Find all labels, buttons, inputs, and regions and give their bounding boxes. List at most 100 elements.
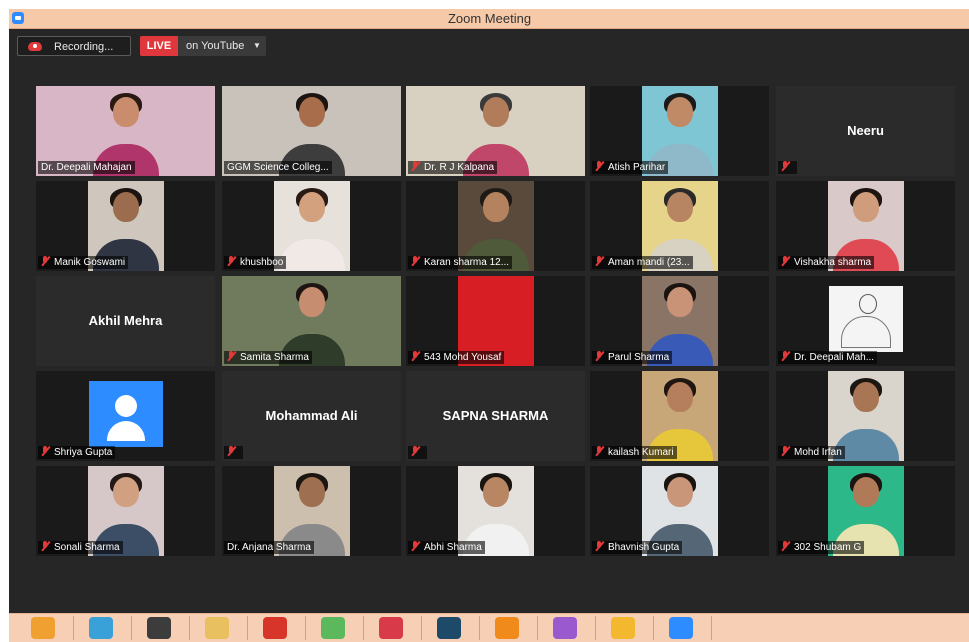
participant-tile[interactable]: 543 Mohd Yousaf: [406, 276, 585, 366]
participant-name: Shriya Gupta: [54, 447, 113, 458]
participant-nameplate: Dr. R J Kalpana: [408, 161, 498, 174]
participant-nameplate: Dr. Deepali Mahajan: [38, 161, 135, 174]
taskbar-separator: [73, 616, 74, 640]
mic-muted-icon: [781, 161, 790, 171]
participant-tile[interactable]: Mohd Irfan: [776, 371, 955, 461]
participant-tile[interactable]: Samita Sharma: [222, 276, 401, 366]
chrome-icon[interactable]: [611, 617, 635, 639]
file-explorer-icon[interactable]: [205, 617, 229, 639]
participant-tile[interactable]: Vishakha sharma: [776, 181, 955, 271]
taskbar-separator: [421, 616, 422, 640]
participant-name: Dr. Anjana Sharma: [227, 542, 311, 553]
participant-tile[interactable]: Abhi Sharma: [406, 466, 585, 556]
participant-nameplate: Manik Goswami: [38, 256, 129, 269]
mic-muted-icon: [595, 446, 604, 456]
mic-muted-icon: [595, 256, 604, 266]
pdf-reader-icon[interactable]: [263, 617, 287, 639]
participant-tile[interactable]: Dr. R J Kalpana: [406, 86, 585, 176]
participant-name: khushboo: [240, 257, 284, 268]
mic-muted-icon: [41, 256, 50, 266]
mic-muted-icon: [781, 541, 790, 551]
mic-muted-icon: [227, 446, 236, 456]
mic-muted-icon: [781, 351, 790, 361]
participant-name: Abhi Sharma: [424, 542, 482, 553]
participant-display-name: SAPNA SHARMA: [442, 408, 549, 423]
taskbar-separator: [537, 616, 538, 640]
participant-tile[interactable]: Akhil Mehra: [36, 276, 215, 366]
participant-tile[interactable]: Shriya Gupta: [36, 371, 215, 461]
taskbar-separator: [305, 616, 306, 640]
window-titlebar: Zoom Meeting: [9, 9, 969, 29]
participant-tile[interactable]: Aman mandi (23...: [590, 181, 769, 271]
window-title: Zoom Meeting: [447, 11, 532, 26]
participant-nameplate: Shriya Gupta: [38, 446, 116, 459]
audacity-icon[interactable]: [31, 617, 55, 639]
mic-muted-icon: [781, 446, 790, 456]
participant-nameplate: GGM Science Colleg...: [224, 161, 332, 174]
participant-nameplate: Vishakha sharma: [778, 256, 875, 269]
participant-tile[interactable]: Neeru: [776, 86, 955, 176]
recording-label: Recording...: [54, 41, 114, 53]
taskbar-separator: [247, 616, 248, 640]
participant-tile[interactable]: Dr. Deepali Mah...: [776, 276, 955, 366]
participant-nameplate: 543 Mohd Yousaf: [408, 351, 505, 364]
participant-nameplate: Samita Sharma: [224, 351, 312, 364]
windows-taskbar: [9, 613, 969, 642]
participant-tile[interactable]: Bhavnish Gupta: [590, 466, 769, 556]
participant-name: 302 Shubam G: [794, 542, 862, 553]
participant-name: 543 Mohd Yousaf: [424, 352, 502, 363]
participant-nameplate: kailash Kumari: [592, 446, 677, 459]
recording-indicator[interactable]: Recording...: [17, 36, 131, 56]
vlc-icon[interactable]: [495, 617, 519, 639]
taskbar-separator: [363, 616, 364, 640]
live-stream-button[interactable]: LIVE on YouTube ▼: [140, 36, 266, 56]
participant-tile[interactable]: SAPNA SHARMA: [406, 371, 585, 461]
participant-nameplate: Abhi Sharma: [408, 541, 485, 554]
participant-nameplate: Dr. Deepali Mah...: [778, 351, 878, 364]
participant-tile[interactable]: khushboo: [222, 181, 401, 271]
participant-name: Samita Sharma: [240, 352, 309, 363]
participant-display-name: Mohammad Ali: [265, 408, 358, 423]
participant-tile[interactable]: Manik Goswami: [36, 181, 215, 271]
participant-nameplate: Bhavnish Gupta: [592, 541, 683, 554]
participant-tile[interactable]: Dr. Deepali Mahajan: [36, 86, 215, 176]
participant-tile[interactable]: GGM Science Colleg...: [222, 86, 401, 176]
participant-tile[interactable]: Mohammad Ali: [222, 371, 401, 461]
mic-muted-icon: [411, 446, 420, 456]
participant-tile[interactable]: Dr. Anjana Sharma: [222, 466, 401, 556]
media-player-icon[interactable]: [553, 617, 577, 639]
participant-nameplate: khushboo: [224, 256, 287, 269]
zoom-icon[interactable]: [669, 617, 693, 639]
taskbar-separator: [189, 616, 190, 640]
mic-muted-icon: [411, 256, 420, 266]
mic-muted-icon: [411, 161, 420, 171]
participant-nameplate: 302 Shubam G: [778, 541, 865, 554]
participant-tile[interactable]: Karan sharma 12...: [406, 181, 585, 271]
mic-muted-icon: [595, 541, 604, 551]
opera-icon[interactable]: [379, 617, 403, 639]
participant-tile[interactable]: Atish Parihar: [590, 86, 769, 176]
taskbar-separator: [653, 616, 654, 640]
participant-name: Parul Sharma: [608, 352, 670, 363]
mic-muted-icon: [595, 161, 604, 171]
participant-tile[interactable]: 302 Shubam G: [776, 466, 955, 556]
participant-name: Dr. Deepali Mahajan: [41, 162, 132, 173]
participant-name: Manik Goswami: [54, 257, 126, 268]
participant-name: Aman mandi (23...: [608, 257, 690, 268]
participant-name: GGM Science Colleg...: [227, 162, 329, 173]
participant-tile[interactable]: Parul Sharma: [590, 276, 769, 366]
taskbar-separator: [711, 616, 712, 640]
live-badge: LIVE: [140, 36, 178, 56]
video-editor-icon[interactable]: [89, 617, 113, 639]
vegas-icon[interactable]: [437, 617, 461, 639]
obs-icon[interactable]: [147, 617, 171, 639]
mic-muted-icon: [227, 256, 236, 266]
mic-muted-icon: [411, 351, 420, 361]
user-avatar-icon: [88, 381, 163, 447]
participant-tile[interactable]: Sonali Sharma: [36, 466, 215, 556]
participant-display-name: Neeru: [847, 123, 884, 138]
participant-tile[interactable]: kailash Kumari: [590, 371, 769, 461]
utorrent-icon[interactable]: [321, 617, 345, 639]
participant-name: Dr. Deepali Mah...: [794, 352, 875, 363]
caret-down-icon[interactable]: ▼: [253, 36, 261, 56]
